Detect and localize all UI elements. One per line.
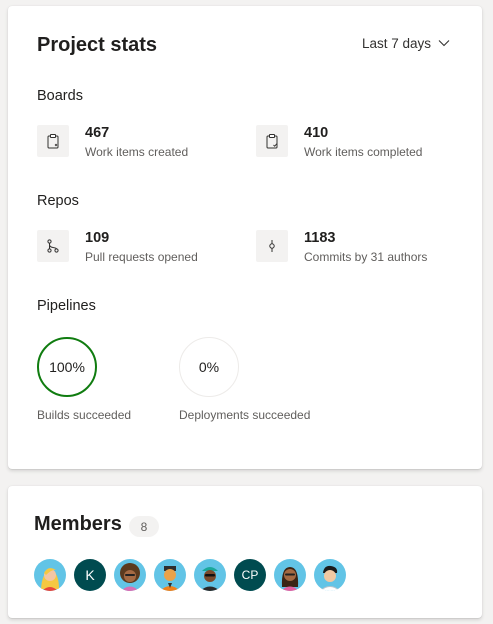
- avatar-initials: CP: [241, 568, 259, 582]
- work-items-created-stat[interactable]: 467 Work items created: [37, 125, 188, 159]
- person-avatar-blonde: [34, 559, 66, 591]
- deployments-success-value: 0%: [198, 359, 220, 375]
- builds-success-label: Builds succeeded: [37, 408, 132, 422]
- stat-label: Work items created: [85, 145, 189, 159]
- builds-success-ring[interactable]: 100%: [37, 337, 97, 397]
- stat-value: 467: [85, 125, 110, 141]
- avatar[interactable]: [34, 559, 66, 591]
- members-title: Members: [34, 513, 122, 535]
- avatar[interactable]: K: [74, 559, 106, 591]
- deployments-success-ring[interactable]: 0%: [179, 337, 239, 397]
- avatar[interactable]: [314, 559, 346, 591]
- person-avatar-glasses-cap: [194, 559, 226, 591]
- stat-value: 1183: [304, 230, 336, 246]
- stat-label: Pull requests opened: [85, 250, 198, 264]
- avatar[interactable]: [114, 559, 146, 591]
- repos-section-title: Repos: [37, 193, 79, 209]
- person-avatar-curly-hair: [114, 559, 146, 591]
- commit-icon: [256, 230, 288, 262]
- avatar[interactable]: [194, 559, 226, 591]
- members-card: Members 8 K CP: [8, 486, 482, 618]
- person-avatar-orange-shirt: [154, 559, 186, 591]
- stat-label: Work items completed: [304, 145, 423, 159]
- avatar[interactable]: [154, 559, 186, 591]
- avatar[interactable]: CP: [234, 559, 266, 591]
- pipelines-section-title: Pipelines: [37, 298, 96, 314]
- clipboard-check-icon: [256, 125, 288, 157]
- avatar[interactable]: [274, 559, 306, 591]
- date-range-label: Last 7 days: [361, 35, 431, 51]
- project-stats-card: Project stats Last 7 days Boards 467 Wor…: [8, 6, 482, 469]
- members-avatar-list: K CP: [34, 559, 346, 591]
- stat-value: 109: [85, 230, 110, 246]
- pull-request-icon: [37, 230, 69, 262]
- clipboard-icon: [37, 125, 69, 157]
- person-avatar-long-hair: [274, 559, 306, 591]
- commits-stat[interactable]: 1183 Commits by 31 authors: [256, 230, 427, 264]
- stat-value: 410: [304, 125, 329, 141]
- avatar-initials: K: [85, 567, 95, 583]
- stat-label: Commits by 31 authors: [304, 250, 428, 264]
- builds-success-value: 100%: [49, 359, 85, 375]
- members-count-badge: 8: [129, 516, 159, 537]
- boards-section-title: Boards: [37, 88, 83, 104]
- chevron-down-icon: [438, 40, 450, 47]
- deployments-success-label: Deployments succeeded: [179, 408, 311, 422]
- work-items-completed-stat[interactable]: 410 Work items completed: [256, 125, 422, 159]
- project-stats-title: Project stats: [37, 34, 158, 56]
- pull-requests-stat[interactable]: 109 Pull requests opened: [37, 230, 198, 264]
- person-avatar-black-hair: [314, 559, 346, 591]
- date-range-dropdown[interactable]: Last 7 days: [362, 34, 450, 52]
